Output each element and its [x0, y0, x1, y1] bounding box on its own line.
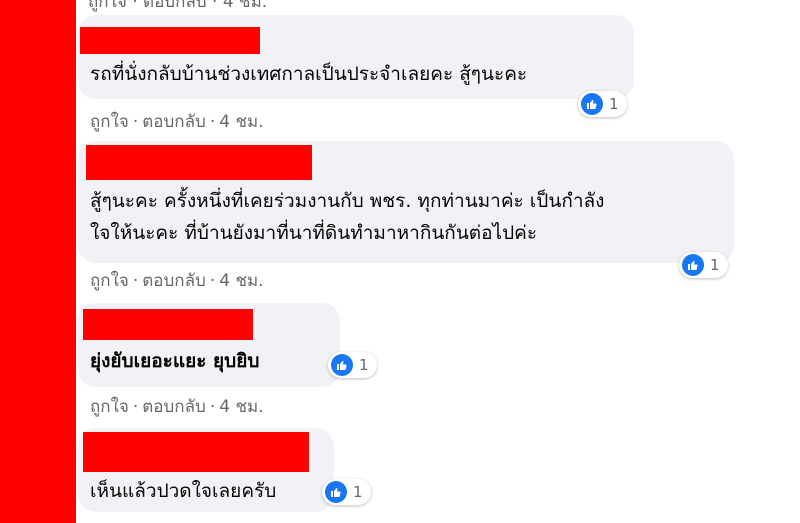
like-icon [682, 254, 704, 276]
separator-dot: · [209, 397, 216, 417]
reaction-count: 1 [359, 356, 369, 374]
redacted-author-name [80, 27, 260, 54]
timestamp[interactable]: 4 ชม. [219, 393, 263, 420]
comment-actions: ถูกใจ · ตอบกลับ · 4 ชม. [90, 393, 264, 420]
redacted-author-name [86, 145, 312, 180]
reaction-count: 1 [710, 256, 720, 274]
previous-comment-actions: ถูกใจ · ตอบกลับ · 4 ชม. [88, 0, 268, 12]
reaction-badge[interactable]: 1 [328, 352, 377, 378]
reply-link[interactable]: ตอบกลับ [142, 393, 206, 420]
reaction-badge[interactable]: 1 [322, 479, 371, 505]
timestamp[interactable]: 4 ชม. [219, 108, 263, 135]
separator-dot: · [132, 112, 139, 132]
reply-link[interactable]: ตอบกลับ [142, 267, 206, 294]
comment-text: เห็นแล้วปวดใจเลยครับ [90, 480, 277, 502]
redacted-author-name [83, 432, 309, 472]
comment-text-line-2: ใจให้นะคะ ที่บ้านยังมาที่นาที่ดินทำมาหาก… [90, 222, 538, 244]
reaction-badge[interactable]: 1 [679, 252, 728, 278]
separator-dot: · [209, 271, 216, 291]
like-icon [325, 481, 347, 503]
separator-dot: · [132, 397, 139, 417]
reaction-count: 1 [609, 95, 619, 113]
reaction-badge[interactable]: 1 [578, 91, 627, 117]
comment-text: ยุ่งยับเยอะแยะ ยุบยิบ [90, 350, 260, 372]
separator-dot: · [209, 112, 216, 132]
separator-dot: · [132, 271, 139, 291]
like-link[interactable]: ถูกใจ [90, 108, 129, 135]
comment-text-line-1: สู้ๆนะคะ ครั้งหนึ่งที่เคยร่วมงานกับ พชร.… [90, 190, 605, 212]
redaction-bar [0, 0, 76, 523]
timestamp[interactable]: 4 ชม. [219, 267, 263, 294]
like-icon [581, 93, 603, 115]
like-icon [331, 354, 353, 376]
comment-actions: ถูกใจ · ตอบกลับ · 4 ชม. [90, 108, 264, 135]
redacted-author-name [83, 309, 253, 340]
comment-actions: ถูกใจ · ตอบกลับ · 4 ชม. [90, 267, 264, 294]
reply-link[interactable]: ตอบกลับ [142, 108, 206, 135]
like-link[interactable]: ถูกใจ [90, 267, 129, 294]
like-link[interactable]: ถูกใจ [90, 393, 129, 420]
comment-text: รถที่นั่งกลับบ้านช่วงเทศกาลเป็นประจำเลยค… [90, 63, 528, 85]
reaction-count: 1 [353, 483, 363, 501]
